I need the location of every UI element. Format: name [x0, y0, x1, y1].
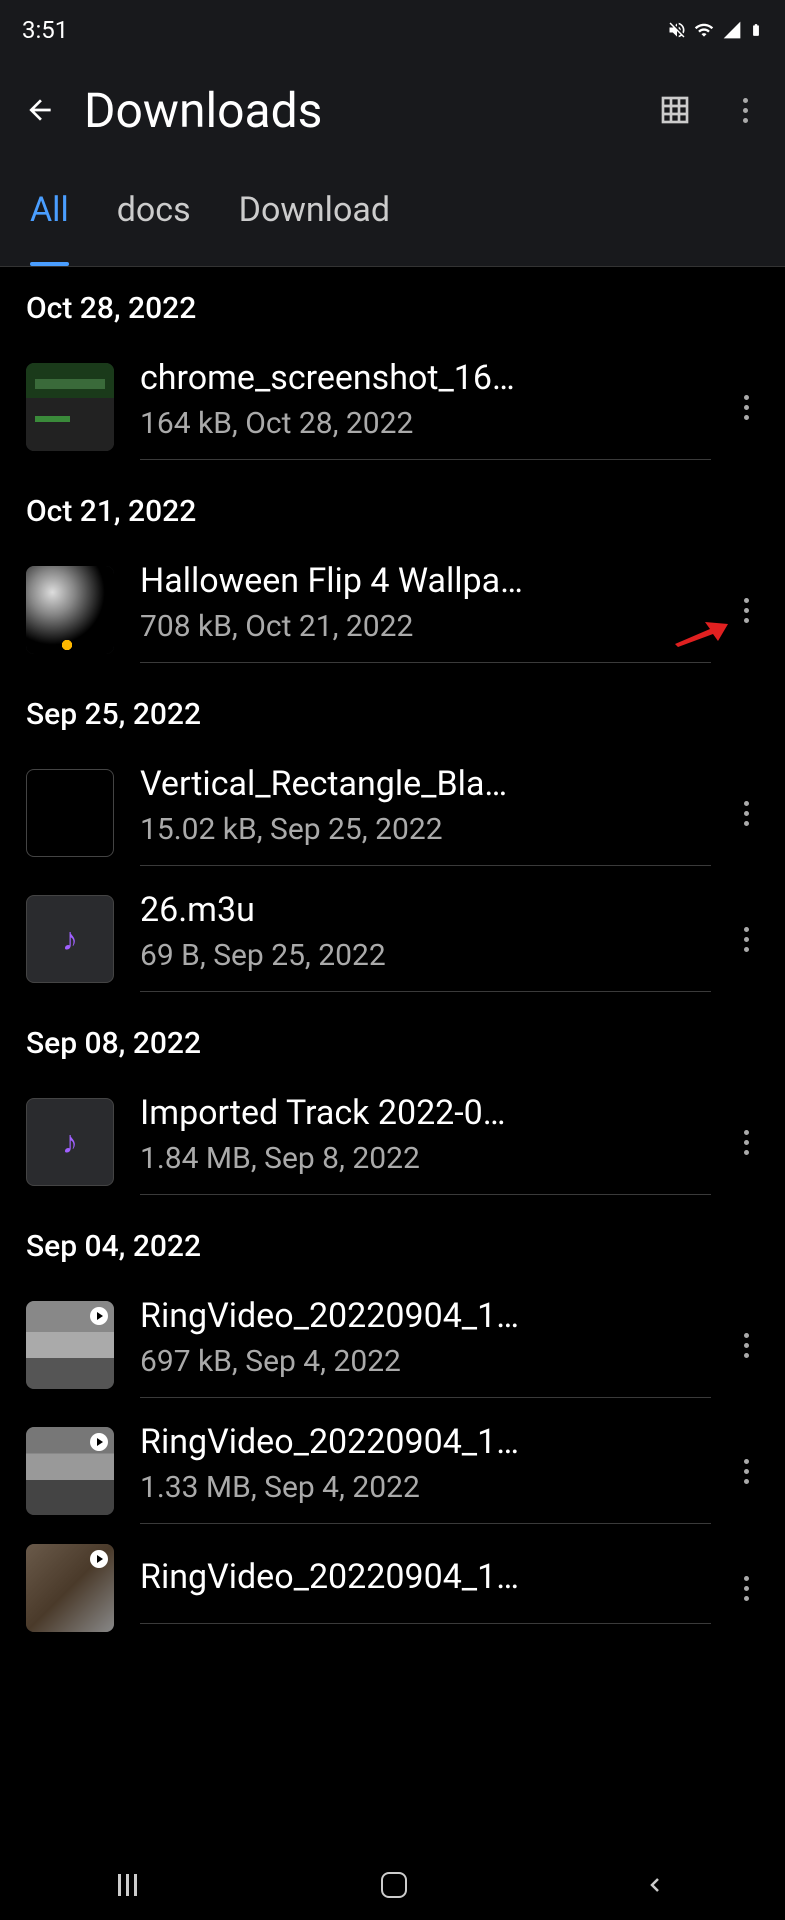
app-bar: Downloads: [0, 60, 785, 160]
file-name: Halloween Flip 4 Wallpa…: [140, 561, 711, 601]
grid-icon: [659, 94, 691, 126]
nav-back-button[interactable]: [643, 1873, 667, 1897]
more-vert-icon: [744, 1459, 749, 1484]
date-header: Sep 08, 2022: [0, 1002, 785, 1079]
file-thumbnail: [26, 1544, 114, 1632]
date-header: Oct 21, 2022: [0, 470, 785, 547]
nav-home-button[interactable]: [381, 1872, 407, 1898]
wifi-icon: [693, 20, 715, 40]
mute-icon: [667, 20, 687, 40]
item-more-button[interactable]: [721, 585, 771, 635]
tab-download[interactable]: Download: [239, 190, 390, 246]
item-more-button[interactable]: [721, 1320, 771, 1370]
date-header: Sep 04, 2022: [0, 1205, 785, 1282]
file-thumbnail: ♪: [26, 1098, 114, 1186]
file-thumbnail: ♪: [26, 895, 114, 983]
nav-recents-button[interactable]: [118, 1874, 146, 1896]
item-more-button[interactable]: [721, 382, 771, 432]
file-meta: 1.84 MB, Sep 8, 2022: [140, 1141, 711, 1176]
music-note-icon: ♪: [62, 920, 78, 958]
file-name: chrome_screenshot_16…: [140, 358, 711, 398]
list-item[interactable]: RingVideo_20220904_1… 1.33 MB, Sep 4, 20…: [0, 1408, 785, 1534]
file-thumbnail: [26, 363, 114, 451]
list-item[interactable]: Halloween Flip 4 Wallpa… 708 kB, Oct 21,…: [0, 547, 785, 673]
file-name: RingVideo_20220904_1…: [140, 1422, 711, 1462]
view-grid-button[interactable]: [655, 90, 695, 130]
arrow-left-icon: [24, 94, 56, 126]
file-thumbnail: [26, 566, 114, 654]
list-item[interactable]: chrome_screenshot_16… 164 kB, Oct 28, 20…: [0, 344, 785, 470]
list-item[interactable]: Vertical_Rectangle_Bla… 15.02 kB, Sep 25…: [0, 750, 785, 876]
file-meta: 708 kB, Oct 21, 2022: [140, 609, 711, 644]
list-item[interactable]: RingVideo_20220904_1… 697 kB, Sep 4, 202…: [0, 1282, 785, 1408]
tabs: All docs Download: [0, 160, 785, 267]
signal-icon: [721, 20, 743, 40]
more-vert-icon: [744, 801, 749, 826]
more-vert-icon: [744, 927, 749, 952]
file-meta: 1.33 MB, Sep 4, 2022: [140, 1470, 711, 1505]
date-header: Oct 28, 2022: [0, 267, 785, 344]
file-thumbnail: [26, 769, 114, 857]
back-button[interactable]: [20, 90, 60, 130]
item-more-button[interactable]: [721, 1446, 771, 1496]
status-time: 3:51: [22, 16, 68, 44]
file-thumbnail: [26, 1427, 114, 1515]
battery-icon: [749, 19, 763, 41]
music-note-icon: ♪: [62, 1123, 78, 1161]
item-more-button[interactable]: [721, 914, 771, 964]
status-icons: [667, 19, 763, 41]
play-icon: [90, 1550, 108, 1568]
file-meta: 697 kB, Sep 4, 2022: [140, 1344, 711, 1379]
more-vert-icon: [743, 98, 748, 123]
more-vert-icon: [744, 1576, 749, 1601]
item-more-button[interactable]: [721, 1117, 771, 1167]
item-more-button[interactable]: [721, 1563, 771, 1613]
play-icon: [90, 1433, 108, 1451]
item-more-button[interactable]: [721, 788, 771, 838]
navigation-bar: [0, 1850, 785, 1920]
back-icon: [643, 1873, 667, 1897]
more-vert-icon: [744, 598, 749, 623]
list-item[interactable]: ♪ Imported Track 2022-0… 1.84 MB, Sep 8,…: [0, 1079, 785, 1205]
list-item[interactable]: RingVideo_20220904_1…: [0, 1534, 785, 1642]
file-meta: 69 B, Sep 25, 2022: [140, 938, 711, 973]
file-name: RingVideo_20220904_1…: [140, 1557, 711, 1597]
list-item[interactable]: ♪ 26.m3u 69 B, Sep 25, 2022: [0, 876, 785, 1002]
more-vert-icon: [744, 395, 749, 420]
more-options-button[interactable]: [725, 90, 765, 130]
file-list[interactable]: Oct 28, 2022 chrome_screenshot_16… 164 k…: [0, 267, 785, 1642]
date-header: Sep 25, 2022: [0, 673, 785, 750]
recents-icon: [118, 1874, 146, 1896]
file-meta: 164 kB, Oct 28, 2022: [140, 406, 711, 441]
file-thumbnail: [26, 1301, 114, 1389]
file-name: 26.m3u: [140, 890, 711, 930]
more-vert-icon: [744, 1333, 749, 1358]
file-name: Vertical_Rectangle_Bla…: [140, 764, 711, 804]
more-vert-icon: [744, 1130, 749, 1155]
page-title: Downloads: [84, 82, 655, 139]
play-icon: [90, 1307, 108, 1325]
status-bar: 3:51: [0, 0, 785, 60]
file-name: Imported Track 2022-0…: [140, 1093, 711, 1133]
home-icon: [381, 1872, 407, 1898]
file-name: RingVideo_20220904_1…: [140, 1296, 711, 1336]
tab-docs[interactable]: docs: [117, 190, 191, 246]
file-meta: 15.02 kB, Sep 25, 2022: [140, 812, 711, 847]
tab-all[interactable]: All: [30, 190, 69, 246]
